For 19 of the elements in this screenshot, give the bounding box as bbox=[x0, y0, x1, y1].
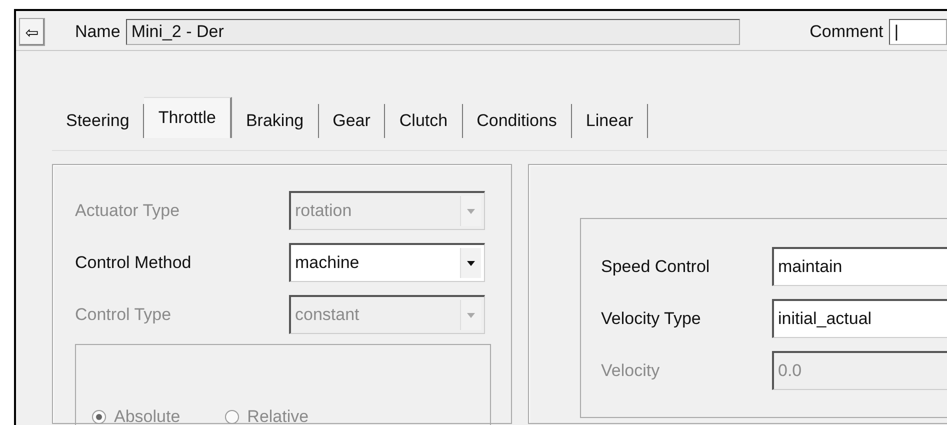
caret-icon bbox=[460, 248, 481, 278]
field-label: Control Method bbox=[75, 252, 192, 272]
input-field[interactable]: initial_actual bbox=[772, 299, 947, 338]
field-label: Velocity bbox=[601, 360, 661, 380]
comment-label: Comment bbox=[810, 22, 884, 42]
field-label: Velocity Type bbox=[601, 308, 702, 328]
field-label: Actuator Type bbox=[75, 200, 181, 220]
dropdown-field[interactable]: machine bbox=[289, 243, 485, 282]
comment-field[interactable]: | bbox=[889, 19, 947, 45]
field-label: Speed Control bbox=[601, 256, 711, 276]
radio-dot-icon bbox=[96, 414, 102, 420]
tab[interactable]: Gear bbox=[318, 104, 386, 138]
tab[interactable]: Conditions bbox=[462, 104, 572, 138]
name-label: Name bbox=[74, 22, 120, 42]
field-label: Control Type bbox=[75, 304, 172, 324]
back-button[interactable]: ⇦ bbox=[19, 18, 45, 46]
tab[interactable]: Throttle bbox=[144, 97, 232, 138]
name-field[interactable]: Mini_2 - Der bbox=[126, 19, 740, 45]
input-field[interactable]: maintain bbox=[772, 247, 947, 286]
